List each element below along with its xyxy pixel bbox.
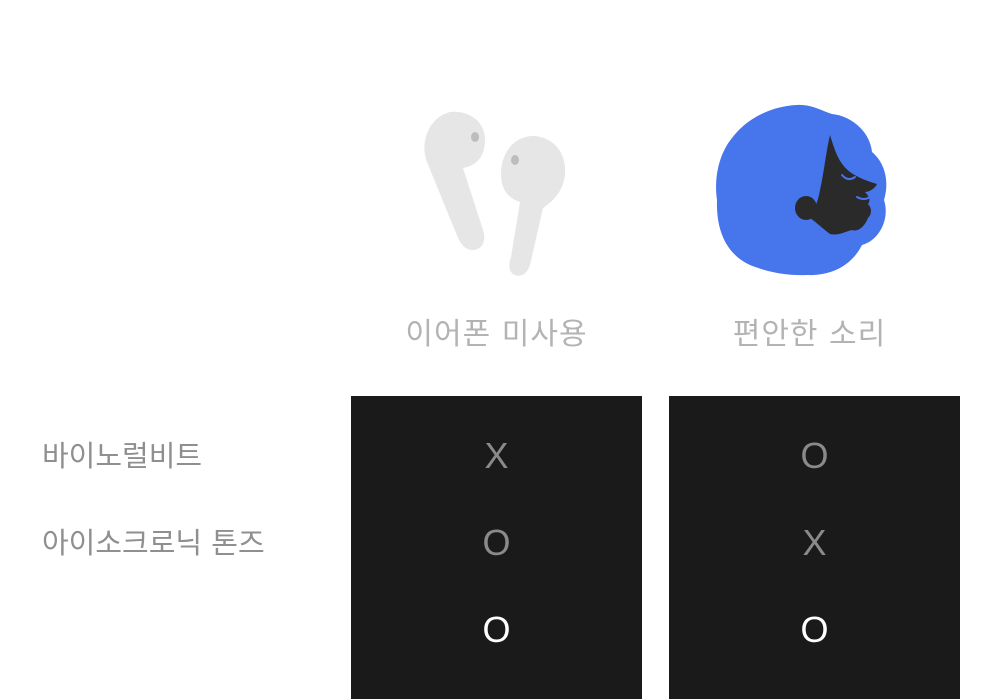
cell-third-comfortable-sound: O [800, 609, 829, 650]
earbuds-icon [405, 100, 585, 285]
panel-comfortable-sound: O X O [669, 396, 960, 699]
row-label-binaural-beats: 바이노럴비트 [42, 439, 203, 473]
cell-isochronic-no-earphones: O [482, 522, 511, 563]
cell-binaural-comfortable-sound: O [800, 435, 829, 476]
row-label-isochronic-tones: 아이소크로닉 톤즈 [42, 526, 265, 560]
relaxed-face-icon [712, 100, 897, 280]
column-title-comfortable-sound: 편안한 소리 [732, 317, 887, 352]
column-title-no-earphones: 이어폰 미사용 [405, 317, 588, 352]
cell-binaural-no-earphones: X [484, 435, 509, 476]
cell-isochronic-comfortable-sound: X [802, 522, 827, 563]
cell-third-no-earphones: O [482, 609, 511, 650]
panel-no-earphones: X O O [351, 396, 642, 699]
